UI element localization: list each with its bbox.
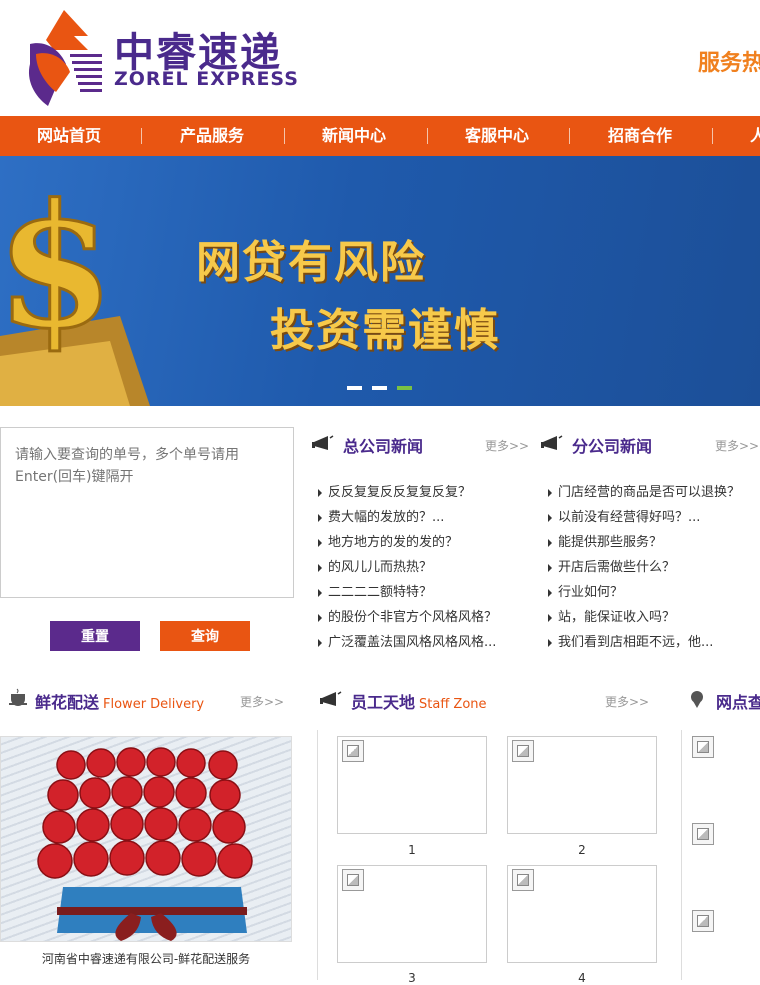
megaphone-icon xyxy=(541,435,563,450)
broken-image-icon[interactable] xyxy=(692,823,714,845)
nav-home[interactable]: 网站首页 xyxy=(37,116,101,156)
staff-photo[interactable] xyxy=(337,736,487,834)
logo-english-name: ZOREL EXPRESS xyxy=(114,68,299,90)
staff-photo[interactable] xyxy=(507,865,657,963)
staff-more-link[interactable]: 更多>> xyxy=(605,693,649,710)
broken-image-icon xyxy=(512,740,534,762)
svg-text:$: $ xyxy=(0,176,114,367)
divider xyxy=(681,730,682,980)
megaphone-icon xyxy=(312,435,334,450)
list-item[interactable]: 二二二二额特特？ xyxy=(316,580,497,605)
list-item[interactable]: 行业如何？ xyxy=(546,580,740,605)
nav-more[interactable]: 人 xyxy=(750,116,760,156)
megaphone-icon xyxy=(320,691,342,706)
query-button[interactable]: 查询 xyxy=(160,621,250,651)
tracking-number-input[interactable] xyxy=(0,427,294,598)
staff-photo[interactable] xyxy=(507,736,657,834)
broken-image-icon[interactable] xyxy=(692,910,714,932)
broken-image-icon[interactable] xyxy=(692,736,714,758)
hq-news-title: 总公司新闻 xyxy=(343,437,424,456)
list-item[interactable]: 以前没有经营得好吗？... xyxy=(546,505,740,530)
list-item[interactable]: 能提供那些服务？ xyxy=(546,530,740,555)
nav-business[interactable]: 招商合作 xyxy=(608,116,672,156)
list-item[interactable]: 站，能保证收入吗？ xyxy=(546,605,740,630)
roses-bouquet-graphic xyxy=(37,747,253,941)
main-nav: 网站首页 产品服务 新闻中心 客服中心 招商合作 人 xyxy=(0,116,760,156)
broken-image-icon xyxy=(512,869,534,891)
logo-mark xyxy=(26,10,108,106)
flower-delivery-title: 鲜花配送 Flower Delivery xyxy=(35,689,204,713)
staff-zone-title: 员工天地 Staff Zone xyxy=(351,689,487,713)
staff-photo-caption: 4 xyxy=(578,971,586,985)
slide-dot-2[interactable] xyxy=(372,386,387,390)
banner-line-2: 投资需谨慎 xyxy=(270,305,500,356)
nav-separator xyxy=(569,128,570,144)
slide-dot-3[interactable] xyxy=(397,386,412,390)
hq-news-list: 反反复复反反复复反复？ 费大幅的发放的？... 地方地方的发的发的？ 的风儿儿而… xyxy=(316,480,497,655)
gold-dollar-sign-graphic: $ xyxy=(0,176,150,406)
reset-button[interactable]: 重置 xyxy=(50,621,140,651)
nav-products[interactable]: 产品服务 xyxy=(180,116,244,156)
staff-photo[interactable] xyxy=(337,865,487,963)
flower-more-link[interactable]: 更多>> xyxy=(240,693,284,710)
map-pin-icon xyxy=(691,691,703,708)
nav-separator xyxy=(284,128,285,144)
slide-dot-1[interactable] xyxy=(347,386,362,390)
nav-separator xyxy=(427,128,428,144)
broken-image-icon xyxy=(342,869,364,891)
coffee-cup-icon xyxy=(9,688,27,706)
list-item[interactable]: 的股份个非官方个风格风格？ xyxy=(316,605,497,630)
nav-news[interactable]: 新闻中心 xyxy=(322,116,386,156)
service-hotline: 服务热 xyxy=(698,51,760,76)
nav-separator xyxy=(141,128,142,144)
staff-title-en: Staff Zone xyxy=(419,697,487,712)
list-item[interactable]: 反反复复反反复复反复？ xyxy=(316,480,497,505)
list-item[interactable]: 地方地方的发的发的？ xyxy=(316,530,497,555)
flower-image[interactable] xyxy=(0,736,292,942)
branch-news-more-link[interactable]: 更多>> xyxy=(715,437,759,454)
hq-news-more-link[interactable]: 更多>> xyxy=(485,437,529,454)
staff-photo-caption: 3 xyxy=(408,971,416,985)
flower-title-cn: 鲜花配送 xyxy=(35,693,100,712)
list-item[interactable]: 费大幅的发放的？... xyxy=(316,505,497,530)
list-item[interactable]: 开店后需做些什么？ xyxy=(546,555,740,580)
nav-customer-service[interactable]: 客服中心 xyxy=(465,116,529,156)
staff-title-cn: 员工天地 xyxy=(351,693,416,712)
list-item[interactable]: 我们看到店相距不远，他... xyxy=(546,630,740,655)
branch-news-title: 分公司新闻 xyxy=(572,437,653,456)
nav-separator xyxy=(712,128,713,144)
list-item[interactable]: 的风儿儿而热热？ xyxy=(316,555,497,580)
divider xyxy=(317,730,318,980)
staff-photo-caption: 1 xyxy=(408,843,416,857)
broken-image-icon xyxy=(342,740,364,762)
flower-title-en: Flower Delivery xyxy=(103,697,205,712)
list-item[interactable]: 门店经营的商品是否可以退换？ xyxy=(546,480,740,505)
banner-line-1: 网贷有风险 xyxy=(196,237,426,288)
outlets-title: 网点查 xyxy=(716,693,760,712)
hero-banner[interactable]: $ 网贷有风险 投资需谨慎 xyxy=(0,156,760,406)
list-item[interactable]: 广泛覆盖法国风格风格风格... xyxy=(316,630,497,655)
branch-news-list: 门店经营的商品是否可以退换？ 以前没有经营得好吗？... 能提供那些服务？ 开店… xyxy=(546,480,740,655)
flower-caption: 河南省中睿速递有限公司-鲜花配送服务 xyxy=(41,952,251,966)
staff-photo-caption: 2 xyxy=(578,843,586,857)
